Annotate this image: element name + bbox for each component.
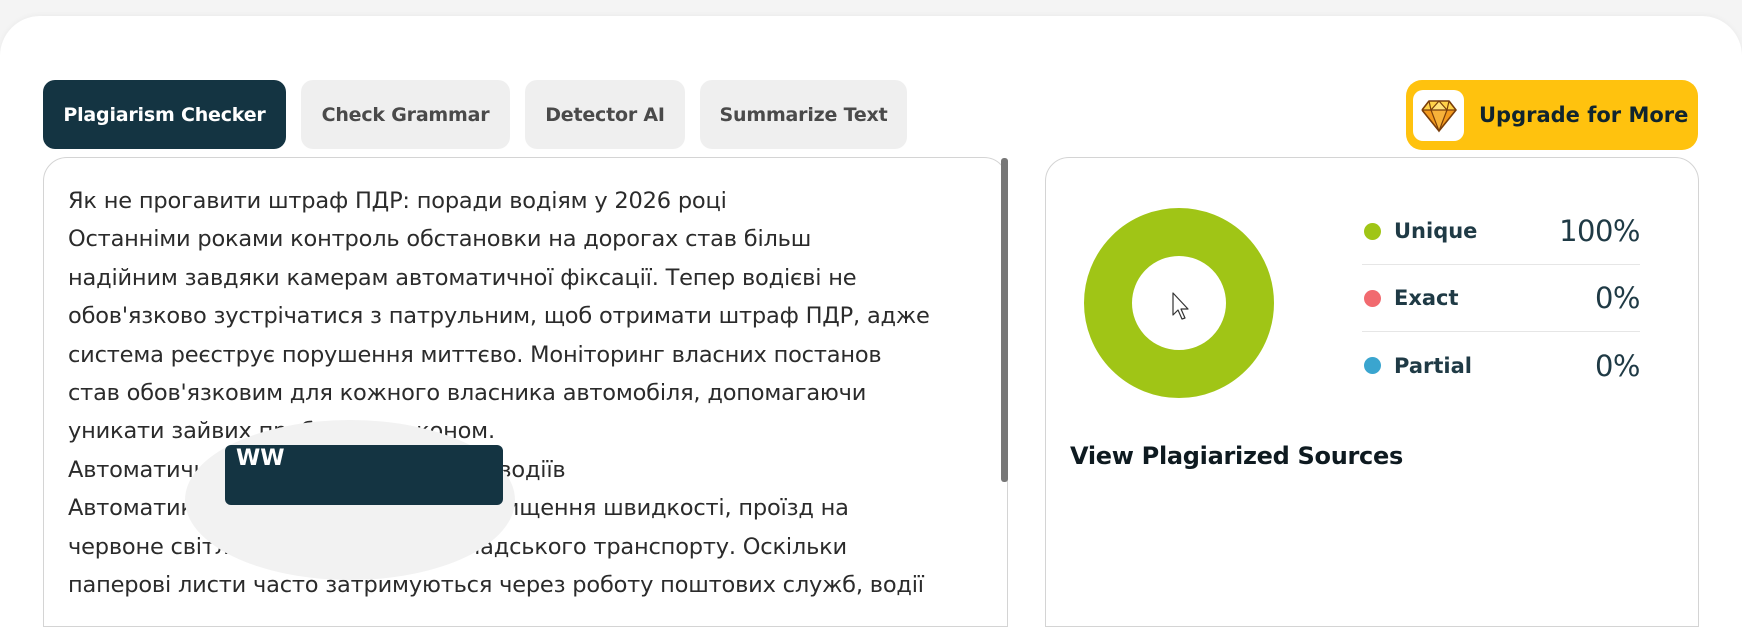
editor-line: став обов'язковим для кожного власника а…: [68, 380, 867, 407]
editor-line: Останніми роками контроль обстановки на …: [68, 226, 812, 253]
upgrade-label: Upgrade for More: [1479, 103, 1689, 127]
partial-color-dot: [1364, 357, 1381, 374]
legend-label: Partial: [1394, 353, 1472, 378]
unique-color-dot: [1364, 222, 1381, 240]
tab-plagiarism-checker[interactable]: Plagiarism Checker: [43, 80, 286, 149]
mouse-cursor-icon: [1172, 292, 1189, 320]
editor-line: паперові листи часто затримуються через …: [68, 572, 924, 599]
legend-label: Unique: [1394, 219, 1478, 243]
view-sources-title[interactable]: View Plagiarized Sources: [1070, 442, 1403, 470]
legend-row-exact: Exact 0%: [1362, 265, 1641, 332]
illustration-text: WW: [236, 446, 285, 471]
editor-line: обов'язково зустрічатися з патрульним, щ…: [68, 303, 930, 330]
tab-summarize-text[interactable]: Summarize Text: [700, 80, 907, 149]
result-donut-chart: [1084, 208, 1274, 398]
editor-line: надійним завдяки камерам автоматичної фі…: [68, 264, 857, 291]
legend-value: 100%: [1559, 214, 1640, 248]
legend-row-partial: Partial 0%: [1362, 332, 1641, 399]
text-editor[interactable]: Як не прогавити штраф ПДР: поради водіям…: [43, 157, 1008, 627]
result-legend: Unique 100% Exact 0% Partial 0%: [1362, 198, 1641, 399]
upgrade-button[interactable]: Upgrade for More: [1406, 80, 1698, 150]
editor-line: Як не прогавити штраф ПДР: поради водіям…: [68, 188, 727, 214]
results-panel: Unique 100% Exact 0% Partial 0% View Pla…: [1045, 157, 1699, 627]
tool-tabs: Plagiarism Checker Check Grammar Detecto…: [43, 80, 907, 149]
tab-check-grammar[interactable]: Check Grammar: [301, 80, 510, 149]
editor-scrollbar[interactable]: [1001, 158, 1008, 482]
legend-row-unique: Unique 100%: [1362, 198, 1640, 265]
legend-label: Exact: [1394, 286, 1459, 310]
exact-color-dot: [1364, 289, 1381, 307]
legend-value: 0%: [1594, 281, 1641, 315]
tab-detector-ai[interactable]: Detector AI: [525, 80, 685, 149]
editor-line: система реєструє порушення миттєво. Моні…: [68, 341, 882, 368]
diamond-icon: [1413, 89, 1464, 141]
legend-value: 0%: [1594, 348, 1641, 383]
editor-line: уникати зайвих проблем із законом.: [68, 418, 495, 445]
